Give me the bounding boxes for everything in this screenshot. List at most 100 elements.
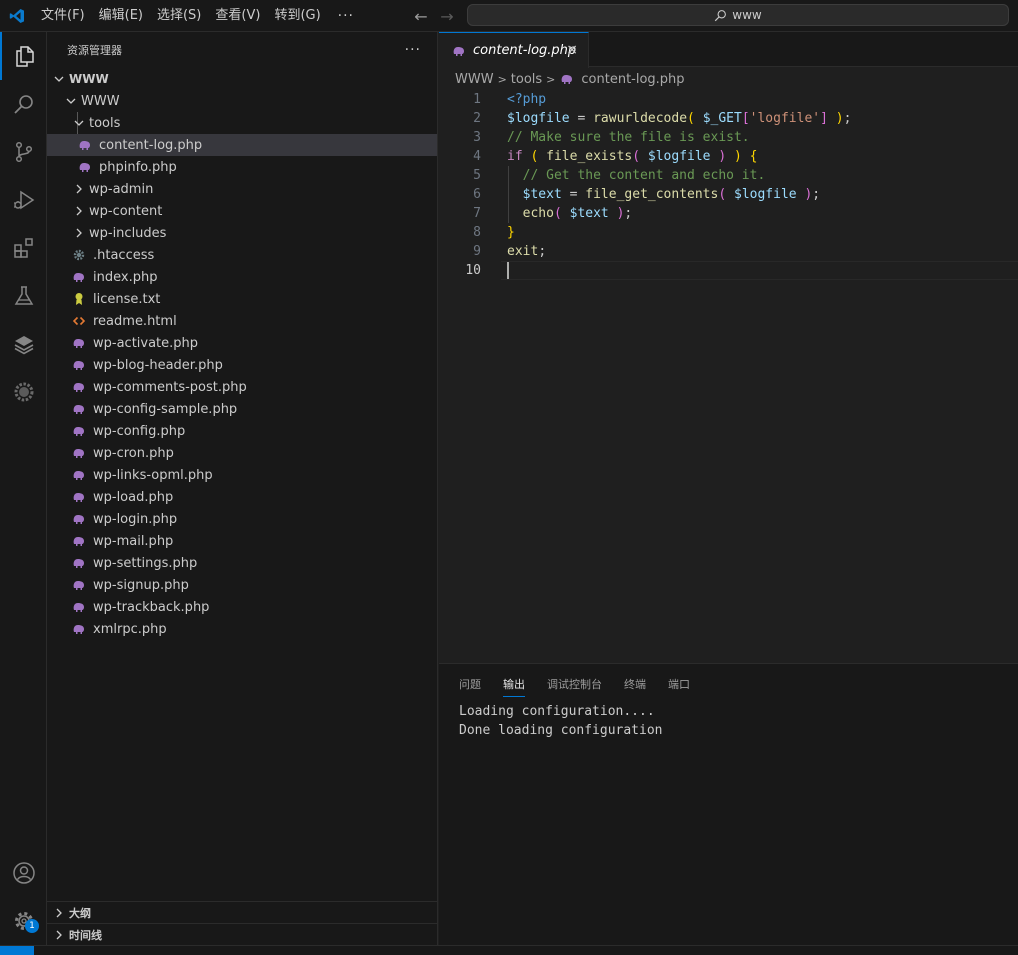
tree-file[interactable]: wp-login.php xyxy=(47,508,437,530)
breadcrumb-item[interactable]: tools xyxy=(511,72,542,87)
tree-file[interactable]: wp-blog-header.php xyxy=(47,354,437,376)
tree-folder-wp-admin[interactable]: wp-admin xyxy=(47,178,437,200)
tree-file[interactable]: wp-settings.php xyxy=(47,552,437,574)
menu-file[interactable]: 文件(F) xyxy=(34,0,92,32)
account-icon[interactable] xyxy=(0,849,47,897)
files-icon[interactable] xyxy=(0,32,47,80)
run-debug-icon[interactable] xyxy=(0,176,47,224)
html-icon xyxy=(71,313,87,329)
tree-file-label: xmlrpc.php xyxy=(93,621,167,637)
command-center-search[interactable]: www xyxy=(467,4,1009,26)
tree-file[interactable]: license.txt xyxy=(47,288,437,310)
tree-file[interactable]: wp-config.php xyxy=(47,420,437,442)
line-number: 9 xyxy=(473,244,481,259)
layers-icon[interactable] xyxy=(0,320,47,368)
tree-root-www[interactable]: WWW xyxy=(47,68,437,90)
menu-view[interactable]: 查看(V) xyxy=(208,0,267,32)
tree-file[interactable]: wp-trackback.php xyxy=(47,596,437,618)
menu-selection[interactable]: 选择(S) xyxy=(150,0,208,32)
tree-file[interactable]: wp-cron.php xyxy=(47,442,437,464)
line-number: 1 xyxy=(473,92,481,107)
code-token: ) xyxy=(796,187,813,202)
navigation-arrows: ← → xyxy=(408,0,460,32)
php-icon xyxy=(71,533,87,549)
breadcrumb-item[interactable]: content-log.php xyxy=(581,72,684,87)
tab-content-log[interactable]: content-log.php × xyxy=(439,32,589,68)
tree-file[interactable]: .htaccess xyxy=(47,244,437,266)
chevron-right-icon xyxy=(51,905,67,921)
tree-folder-www[interactable]: WWW xyxy=(47,90,437,112)
back-arrow-icon[interactable]: ← xyxy=(408,7,434,26)
code-token: ( xyxy=(718,187,734,202)
code-token: $logfile xyxy=(507,111,570,126)
timeline-label: 时间线 xyxy=(69,928,102,942)
php-icon xyxy=(71,555,87,571)
tree-folder-wp-includes[interactable]: wp-includes xyxy=(47,222,437,244)
code-token: $_GET xyxy=(702,111,742,126)
sidebar-more-button[interactable]: ··· xyxy=(405,42,421,58)
vscode-logo-icon[interactable] xyxy=(0,0,34,32)
tab-output[interactable]: 输出 xyxy=(503,676,525,697)
manage-gear-icon[interactable]: 1 xyxy=(0,897,47,945)
tree-file-label: .htaccess xyxy=(93,247,155,263)
code-token: ] xyxy=(820,111,828,126)
code-token: echo xyxy=(522,206,554,221)
tree-file[interactable]: wp-load.php xyxy=(47,486,437,508)
output-line: Done loading configuration xyxy=(459,723,663,738)
code-token: // Make sure the file is exist. xyxy=(507,130,750,145)
tree-file-phpinfo[interactable]: phpinfo.php xyxy=(47,156,437,178)
tree-file[interactable]: wp-activate.php xyxy=(47,332,437,354)
tree-file[interactable]: index.php xyxy=(47,266,437,288)
tree-file-label: readme.html xyxy=(93,313,177,329)
tree-file[interactable]: wp-config-sample.php xyxy=(47,398,437,420)
code-token: ( xyxy=(553,206,570,221)
tree-file-label: content-log.php xyxy=(99,137,203,153)
tab-problems[interactable]: 问题 xyxy=(459,676,481,697)
tree-file[interactable]: wp-signup.php xyxy=(47,574,437,596)
code-token: = xyxy=(561,187,586,202)
search-icon[interactable] xyxy=(0,80,47,128)
outline-section[interactable]: 大纲 xyxy=(47,901,437,923)
output-content[interactable]: Loading configuration.... Done loading c… xyxy=(459,702,663,740)
tree-file[interactable]: xmlrpc.php xyxy=(47,618,437,640)
tree-file[interactable]: wp-links-opml.php xyxy=(47,464,437,486)
chevron-right-icon xyxy=(71,225,87,241)
tree-file-label: wp-login.php xyxy=(93,511,178,527)
menu-more-button[interactable]: ··· xyxy=(328,0,364,32)
line-number: 5 xyxy=(473,168,481,183)
menu-edit[interactable]: 编辑(E) xyxy=(92,0,150,32)
forward-arrow-icon[interactable]: → xyxy=(434,7,460,26)
tree-folder-tools[interactable]: tools xyxy=(47,112,437,134)
tree-file[interactable]: wp-mail.php xyxy=(47,530,437,552)
tab-debug-console[interactable]: 调试控制台 xyxy=(547,676,602,697)
timeline-section[interactable]: 时间线 xyxy=(47,923,437,945)
remote-indicator[interactable] xyxy=(0,946,34,955)
line-number: 10 xyxy=(465,263,481,278)
tab-ports[interactable]: 端口 xyxy=(668,676,690,697)
gear-flower-icon[interactable] xyxy=(0,368,47,416)
tree-file[interactable]: readme.html xyxy=(47,310,437,332)
command-center-label: www xyxy=(732,8,762,22)
php-icon xyxy=(71,621,87,637)
code-token: { xyxy=(749,149,758,164)
tab-terminal[interactable]: 终端 xyxy=(624,676,646,697)
source-control-icon[interactable] xyxy=(0,128,47,176)
code-token: $text xyxy=(522,187,562,202)
chevron-right-icon xyxy=(71,203,87,219)
menu-go[interactable]: 转到(G) xyxy=(267,0,327,32)
code-editor[interactable]: 1 <?php 2 $logfile = rawurldecode( $_GET['l… xyxy=(439,90,1018,662)
close-icon[interactable]: × xyxy=(566,42,578,58)
code-token: = xyxy=(569,111,594,126)
tree-file-content-log[interactable]: content-log.php xyxy=(47,134,437,156)
breadcrumb-item[interactable]: WWW xyxy=(455,72,494,87)
tab-label: content-log.php xyxy=(473,43,577,58)
code-token: 'logfile' xyxy=(749,111,821,126)
tree-file[interactable]: wp-comments-post.php xyxy=(47,376,437,398)
tree-folder-wp-content[interactable]: wp-content xyxy=(47,200,437,222)
extensions-icon[interactable] xyxy=(0,224,47,272)
testing-icon[interactable] xyxy=(0,272,47,320)
php-icon xyxy=(71,269,87,285)
